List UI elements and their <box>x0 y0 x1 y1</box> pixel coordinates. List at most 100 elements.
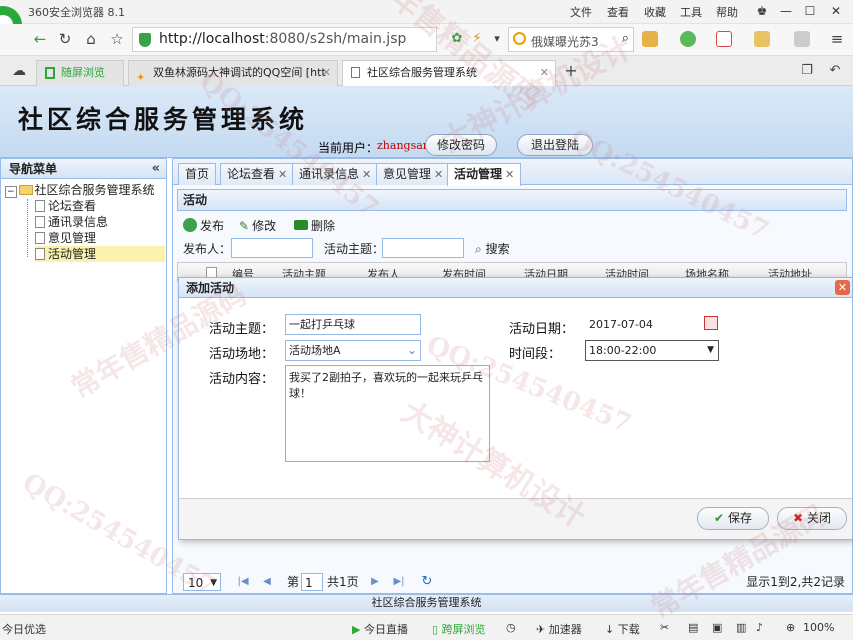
zoom-level[interactable]: 100% <box>803 621 834 634</box>
topic-input[interactable]: 一起打乒乓球 <box>285 314 421 335</box>
tab-close-icon[interactable]: ✕ <box>362 168 371 181</box>
tab-close-icon[interactable]: ✕ <box>322 61 331 85</box>
browser-tab-qq[interactable]: ✦ 双鱼林源码大神调试的QQ空间 [htt ✕ <box>128 60 338 86</box>
save-button[interactable]: ✔ 保存 <box>697 507 769 530</box>
magnifier-icon: ⌕ <box>475 242 482 256</box>
calendar-icon[interactable] <box>704 316 718 330</box>
window-icon[interactable]: ▣ <box>712 621 722 634</box>
dropdown-icon[interactable]: ▾ <box>486 28 508 50</box>
daily-picks-link[interactable]: 今日优选 <box>2 621 46 637</box>
safety-icon[interactable] <box>680 31 696 47</box>
folder-tool-icon[interactable] <box>754 31 770 47</box>
nav-item-contacts[interactable]: 通讯录信息 <box>35 214 165 230</box>
prev-page-icon[interactable]: ◀ <box>259 574 275 590</box>
nav-item-feedback[interactable]: 意见管理 <box>35 230 165 246</box>
add-icon <box>183 218 197 232</box>
tab-close-icon[interactable]: ✕ <box>278 168 287 181</box>
delete-button[interactable]: 删除 <box>294 217 335 235</box>
minimize-icon[interactable]: — <box>774 1 798 21</box>
logout-button[interactable]: 退出登陆 <box>517 134 593 156</box>
tabs-icon[interactable]: ▥ <box>736 621 746 634</box>
accelerator-link[interactable]: ✈ 加速器 <box>536 621 582 637</box>
lightning-icon[interactable]: ⚡ <box>466 28 488 50</box>
clock-icon[interactable]: ◷ <box>506 621 516 634</box>
browser-statusbar: 今日优选 ▶ 今日直播 ▯ 跨屏浏览 ◷ ✈ 加速器 ↓ 下载 ✂ ▤ ▣ ▥ … <box>0 614 853 640</box>
tab-contacts[interactable]: 通讯录信息 ✕ <box>292 163 379 185</box>
tab-close-icon[interactable]: ✕ <box>505 168 514 181</box>
pager-refresh-icon[interactable]: ↻ <box>419 574 435 590</box>
search-button[interactable]: ⌕ 搜索 <box>475 240 510 257</box>
publish-button[interactable]: 发布 <box>183 217 224 235</box>
tab-close-icon[interactable]: ✕ <box>434 168 443 181</box>
menu-tools[interactable]: 工具 <box>680 4 702 20</box>
venue-select[interactable]: 活动场地A ⌄ <box>285 340 421 361</box>
zoom-icon[interactable]: ⊕ <box>786 621 795 634</box>
menu-view[interactable]: 查看 <box>607 4 629 20</box>
page-number-input[interactable]: 1 <box>301 573 323 591</box>
browser-tab-follow[interactable]: 随屏浏览 <box>36 60 124 86</box>
page-total: 共1页 <box>327 575 359 589</box>
download-link[interactable]: ↓ 下载 <box>605 621 640 637</box>
dialog-close-icon[interactable]: ✕ <box>835 280 850 295</box>
file-icon <box>35 232 45 244</box>
live-link[interactable]: ▶ 今日直播 <box>352 621 408 637</box>
menu-help[interactable]: 帮助 <box>716 4 738 20</box>
close-button[interactable]: ✖ 关闭 <box>777 507 847 530</box>
venue-value: 活动场地A <box>289 344 341 357</box>
menu-file[interactable]: 文件 <box>570 4 592 20</box>
speaker-icon[interactable]: ♪ <box>756 621 763 634</box>
undo-close-icon[interactable]: ↶ <box>824 60 846 82</box>
tab-activity[interactable]: 活动管理 ✕ <box>447 163 522 186</box>
tab-forum[interactable]: 论坛查看 ✕ <box>220 163 295 185</box>
doc-icon[interactable]: ▤ <box>688 621 698 634</box>
close-label: 关闭 <box>806 511 831 525</box>
tree-expand-icon[interactable]: − <box>5 186 17 198</box>
refresh-icon[interactable]: ↻ <box>54 28 76 50</box>
restore-tabs-icon[interactable]: ❐ <box>796 60 818 82</box>
tab-feedback[interactable]: 意见管理 ✕ <box>376 163 451 185</box>
tree-root[interactable]: − 社区综合服务管理系统 <box>5 182 155 198</box>
next-page-icon[interactable]: ▶ <box>367 574 383 590</box>
dialog-footer: ✔ 保存 ✖ 关闭 <box>179 498 852 539</box>
page-size-select[interactable]: 10 ▼ <box>183 573 221 591</box>
cloud-icon[interactable]: ☁ <box>8 60 30 82</box>
date-input[interactable]: 2017-07-04 <box>585 314 719 335</box>
cross-screen-link[interactable]: ▯ 跨屏浏览 <box>432 621 486 637</box>
translate-icon[interactable] <box>716 31 732 47</box>
cut-icon[interactable]: ✂ <box>660 621 669 634</box>
system-title: 社区综合服务管理系统 <box>18 105 309 134</box>
topic-filter-input[interactable] <box>382 238 464 258</box>
period-select[interactable]: 18:00-22:00 ▼ <box>585 340 719 361</box>
pencil-icon: ✎ <box>239 219 250 233</box>
skin-icon[interactable]: ♚ <box>750 1 774 21</box>
publisher-input[interactable] <box>231 238 313 258</box>
edit-button[interactable]: ✎ 修改 <box>239 217 276 235</box>
content-textarea[interactable]: 我买了2副拍子，喜欢玩的一起来玩乒乓球！ <box>285 365 490 462</box>
maximize-icon[interactable]: ☐ <box>798 1 822 21</box>
bookmark-star-icon[interactable]: ☆ <box>106 28 128 50</box>
nav-item-forum[interactable]: 论坛查看 <box>35 198 165 214</box>
url-field[interactable]: http://localhost:8080/s2sh/main.jsp <box>132 27 437 52</box>
game-icon[interactable] <box>794 31 810 47</box>
nav-item-activity[interactable]: 活动管理 <box>35 246 165 262</box>
tab-home[interactable]: 首页 <box>178 163 217 185</box>
menu-favorites[interactable]: 收藏 <box>644 4 666 20</box>
nav-item-label: 活动管理 <box>48 247 97 261</box>
more-menu-icon[interactable]: ≡ <box>826 28 848 50</box>
last-page-icon[interactable]: ▶| <box>391 574 407 590</box>
close-window-icon[interactable]: ✕ <box>824 1 848 21</box>
publish-label: 发布 <box>200 219 225 233</box>
tab-close-icon[interactable]: ✕ <box>540 61 549 85</box>
apps-icon[interactable] <box>642 31 658 47</box>
home-icon[interactable]: ⌂ <box>80 28 102 50</box>
collapse-icon[interactable]: « <box>152 159 160 179</box>
search-icon[interactable]: ⌕ <box>622 31 629 46</box>
new-tab-icon[interactable]: + <box>560 60 582 82</box>
speed-icon[interactable]: ✿ <box>446 28 468 50</box>
current-user-label: 当前用户： <box>318 141 379 155</box>
first-page-icon[interactable]: |◀ <box>235 574 251 590</box>
browser-tab-system[interactable]: 社区综合服务管理系统 ✕ <box>342 60 556 87</box>
search-input[interactable]: 俄媒曝光苏3 ⌕ <box>508 27 634 52</box>
back-icon[interactable]: ← <box>29 28 51 50</box>
change-password-button[interactable]: 修改密码 <box>425 134 497 156</box>
